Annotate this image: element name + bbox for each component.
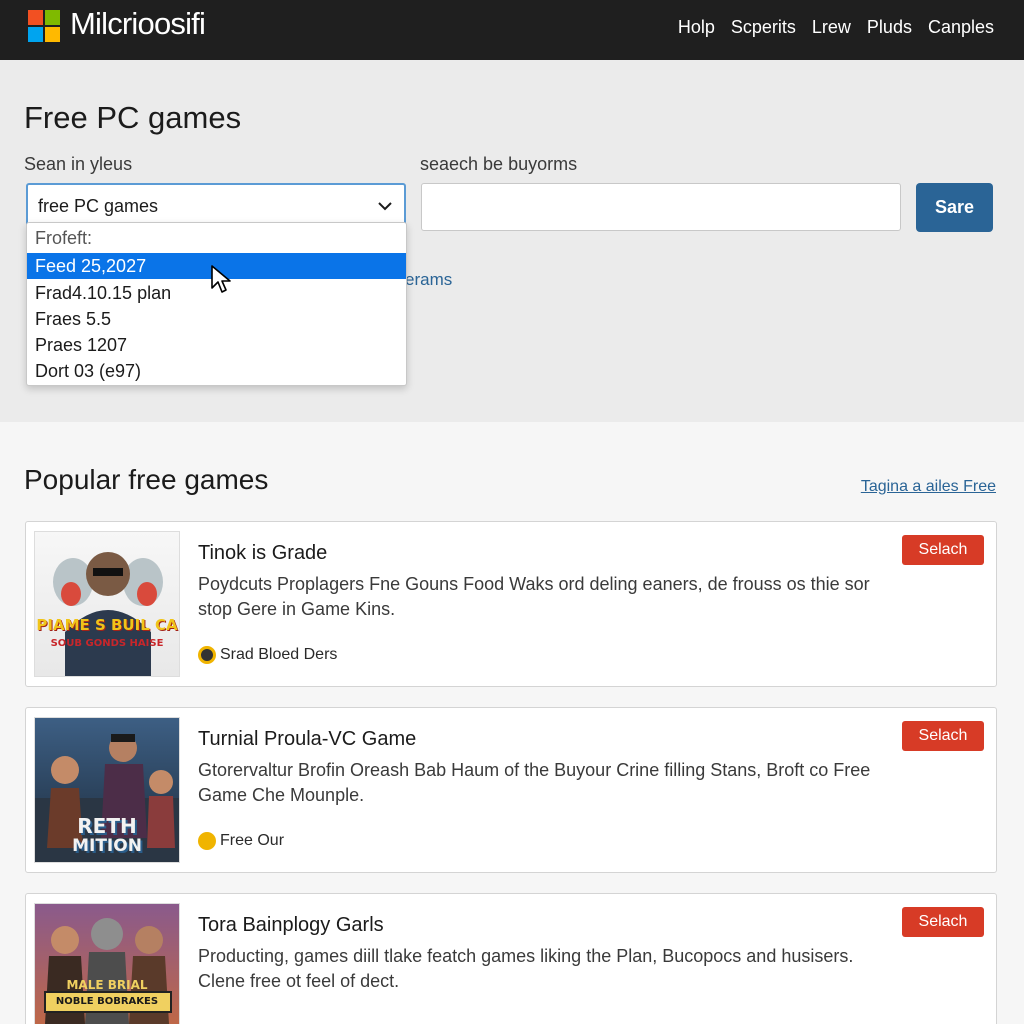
game-card: MALE BRIAL NOBLE BOBRAKES Tora Bainplogy… [25,893,997,1024]
select-value: free PC games [38,196,159,216]
nav-link-help[interactable]: Holp [678,17,715,38]
nav-link-plus[interactable]: Pluds [867,17,912,38]
price-tag-icon [198,832,216,850]
game-art-subtitle: SOUB GONDS HAISE [50,638,164,649]
game-description: Poydcuts Proplagers Fne Gouns Food Waks … [198,574,870,619]
secondary-field-label: seaech be buyorms [420,154,578,174]
publisher-name: Srad Bloed Ders [220,646,338,663]
dropdown-option[interactable]: Praes 1207 [27,332,406,358]
mouse-pointer-icon [211,265,231,293]
nav-link-examples[interactable]: Canples [928,17,994,38]
dropdown-option[interactable]: Fraes 5.5 [27,306,406,332]
select-dropdown-list: Frofeft: Feed 25,2027 Frad4.10.15 plan F… [26,222,407,386]
chevron-down-icon[interactable] [376,197,394,215]
publisher-avatar-icon [198,646,216,664]
nav-link-experts[interactable]: Scperits [731,17,796,38]
game-thumbnail[interactable]: PIAME S BUIL CA SOUB GONDS HAISE [34,531,180,677]
game-title[interactable]: Tora Bainplogy Garls [198,914,384,937]
section-link[interactable]: Tagina a ailes Free [861,478,996,496]
dropdown-option[interactable]: Dort 03 (e97) [27,358,406,384]
top-navigation-bar: Milcrioosifi Holp Scperits Lrew Pluds Ca… [0,0,1024,60]
select-button[interactable]: Selach [902,907,984,937]
nav-link-new[interactable]: Lrew [812,17,851,38]
brand-name[interactable]: Milcrioosifi [70,6,206,42]
main-nav: Holp Scperits Lrew Pluds Canples [678,17,994,38]
game-description: Gtorervaltur Brofin Oreash Bab Haum of t… [198,760,871,805]
page-title: Free PC games [24,100,242,135]
game-art-subtitle: NOBLE BOBRAKES [55,996,159,1007]
game-title[interactable]: Tinok is Grade [198,542,327,565]
search-field-label: Sean in yleus [24,154,133,174]
game-card: PIAME S BUIL CA SOUB GONDS HAISE Tinok i… [25,521,997,687]
brand-logo-icon[interactable] [28,10,61,43]
dropdown-header: Frofeft: [35,228,93,248]
price-label: Free Our [220,832,285,849]
category-select[interactable]: free PC games [26,183,406,227]
game-thumbnail[interactable]: RETH MITION [34,717,180,863]
save-button[interactable]: Sare [916,183,993,232]
game-art-title: MALE BRIAL [66,978,148,992]
game-art-title: RETH [77,814,137,838]
game-meta: Srad Bloed Ders [198,646,337,664]
game-card: RETH MITION Turnial Proula-VC Game Gtore… [25,707,997,873]
game-thumbnail[interactable]: MALE BRIAL NOBLE BOBRAKES [34,903,180,1024]
game-title[interactable]: Turnial Proula-VC Game [198,728,416,751]
select-button[interactable]: Selach [902,535,984,565]
select-button[interactable]: Selach [902,721,984,751]
game-art-subtitle: MITION [72,836,142,856]
game-meta: Free Our [198,832,284,850]
game-art-image [53,552,163,676]
search-input[interactable] [421,183,901,231]
game-art-title: PIAME S BUIL CA [36,616,178,634]
game-description: Producting, games diill tlake featch gam… [198,946,854,991]
hidden-link[interactable]: erams [405,270,452,290]
section-title: Popular free games [24,464,269,495]
